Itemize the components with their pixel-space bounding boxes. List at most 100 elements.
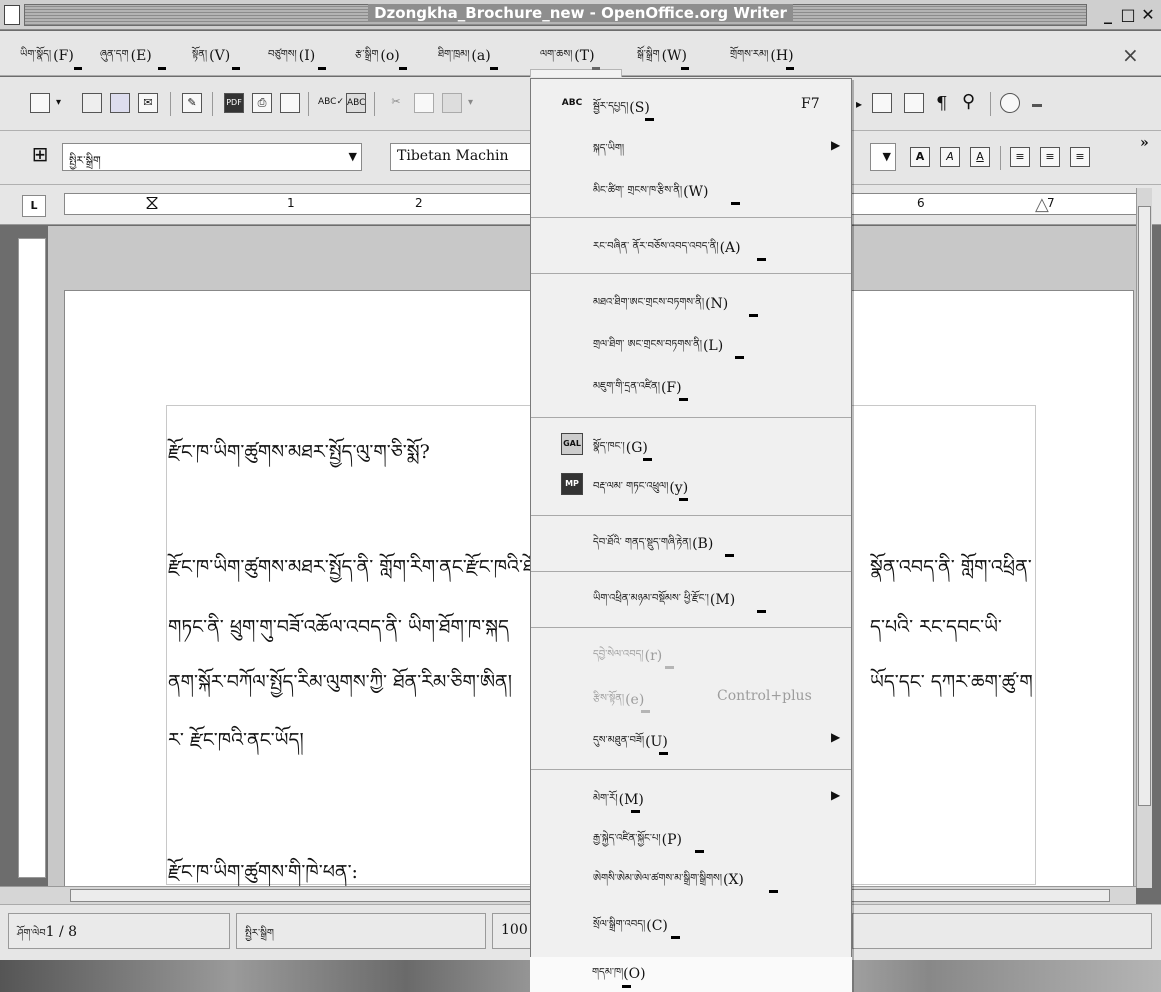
ruler-tick: 6 (917, 196, 925, 210)
vertical-ruler (18, 238, 46, 878)
align-left-icon[interactable]: ≡ (1010, 147, 1030, 167)
doc-paragraph-line[interactable]: ར་ རྫོང་ཁའི་ནང་ཡོད། (168, 718, 304, 772)
italic-icon[interactable]: A (940, 147, 960, 167)
toolbar-separator (374, 92, 375, 116)
menu-table[interactable]: ཐིག་ཁྲམ། (a) (438, 43, 498, 70)
spellcheck-icon[interactable]: ABC✓ (318, 93, 344, 113)
submenu-arrow-icon: ▶ (831, 730, 841, 744)
menu-view[interactable]: སྟོན། (V) (192, 43, 240, 70)
autospellcheck-icon[interactable]: ABC (346, 93, 366, 113)
menu-item-footnotes[interactable]: མཇུག་གི་དྲན་འཛིན།(F) (531, 371, 851, 403)
print-preview-icon[interactable] (280, 93, 300, 113)
menu-item-sort[interactable]: དབྱེ་སེལ་འབད།(r) (531, 639, 851, 671)
tab-stop-type-icon[interactable]: L (22, 195, 46, 217)
indent-marker-icon[interactable]: ⧖ (145, 192, 159, 212)
menu-bar: ཡིག་སྣོད། (F) ཞུན་དག (E) སྟོན། (V) བཙུགས། (I… (0, 31, 1161, 109)
minimize-button[interactable]: _ (1098, 4, 1118, 26)
toolbar-arrow-icon[interactable]: ▸ (856, 97, 862, 111)
new-document-icon[interactable] (30, 93, 50, 113)
doc-paragraph-line[interactable]: རྫོང་ཁ་ཡིག་ཚུགས་མཐར་སྤྱོད་ནི་ གློག་རིག་ན… (168, 545, 548, 599)
bold-icon[interactable]: A (910, 147, 930, 167)
toolbar-separator (990, 92, 991, 116)
font-name-combo[interactable]: Tibetan Machin (390, 143, 535, 171)
right-indent-marker-icon[interactable]: △ (1035, 196, 1049, 214)
menu-insert[interactable]: བཙུགས། (I) (268, 43, 326, 70)
chevron-down-icon[interactable]: ▼ (349, 150, 357, 163)
menu-item-outline-numbering[interactable]: མཐའ་ཐིག་ཨང་གྲངས་བཏགས་ནི།(N) (531, 287, 851, 319)
status-page-style[interactable]: སྤྱིར་སྒྲིག (236, 913, 486, 949)
underline-icon[interactable]: A (970, 147, 990, 167)
align-center-icon[interactable]: ≡ (1040, 147, 1060, 167)
doc-paragraph-line[interactable]: གཏང་ནི་ ཕྲུག་གུ་བཟོ་འཆོལ་འབད་ནི་ ཡིག་ཐོག… (168, 605, 509, 659)
doc-paragraph-line-right[interactable]: སྣོན་འབད་ནི་ གློག་འཕྲིན་ (870, 545, 1032, 599)
menu-item-calculate[interactable]: རྩིས་སྟོན།(e) Control+plus (531, 683, 851, 715)
menu-item-word-count[interactable]: མིང་ཚིག་ གྲངས་ཁ་རྩིས་ནི།(W) (531, 175, 851, 207)
zoom-icon[interactable]: ⚲ (962, 91, 975, 112)
new-dropdown-chevron-icon[interactable]: ▾ (56, 97, 61, 108)
menu-separator (531, 217, 851, 218)
formatting-marks-icon[interactable]: ¶ (936, 93, 947, 114)
copy-icon[interactable] (414, 93, 434, 113)
menu-item-language[interactable]: སྐད་ཡིག། ▶ (531, 133, 851, 165)
tools-dropdown-menu: ABC སྦྱོར་དཔྱད།(S) F7 སྐད་ཡིག། ▶ མིང་ཚིག… (530, 78, 852, 992)
print-icon[interactable]: ⎙ (252, 93, 272, 113)
ruler-tick: 1 (287, 196, 295, 210)
menu-window[interactable]: སྒོ་སྒྲིག (W) (637, 43, 689, 70)
menu-item-update[interactable]: དུས་མཐུན་བཟོ།(U) ▶ (531, 725, 851, 757)
navigator-icon[interactable] (904, 93, 924, 113)
export-pdf-icon[interactable]: PDF (224, 93, 244, 113)
menu-item-media-player[interactable]: MP བརྡ་ལམ་ གཏང་འཕྲུལ།(y) (531, 471, 851, 503)
menu-edit[interactable]: ཞུན་དག (E) (100, 43, 166, 70)
paste-dropdown-chevron-icon[interactable]: ▾ (468, 97, 473, 108)
menu-item-line-numbering[interactable]: གྲལ་ཐིག་ ཨང་གྲངས་བཏགས་ནི།(L) (531, 329, 851, 361)
gallery-icon[interactable] (872, 93, 892, 113)
toolbar-overflow-icon[interactable] (1032, 99, 1042, 107)
menu-item-macros[interactable]: མེག་རོ།(M) ▶ (531, 783, 851, 815)
table-insert-icon[interactable]: ⊞ (30, 144, 50, 165)
window-title: Dzongkha_Brochure_new - OpenOffice.org W… (0, 4, 1161, 22)
menu-file[interactable]: ཡིག་སྣོད། (F) (20, 43, 82, 70)
menu-format[interactable]: རྩ་སྒྲིག (o) (355, 43, 407, 70)
menu-item-extension-manager[interactable]: རྒྱ་སྐྱེད་འཛིན་སྐྱོང་པ།(P) (531, 823, 851, 855)
spellcheck-icon: ABC (561, 98, 583, 108)
scroll-thumb[interactable] (1138, 206, 1151, 806)
menu-item-xml-filter[interactable]: ཨེགསི་ཨེམ་ཨེལ་ཚགས་མ་སྒྲིག་སྒྲིགས།(X) (531, 863, 851, 895)
cut-icon[interactable]: ✂ (386, 93, 406, 113)
menu-item-gallery[interactable]: GAL སྣོད་ཁང་།(G) (531, 431, 851, 463)
close-button[interactable]: ✕ (1138, 4, 1158, 26)
doc-paragraph-line-right[interactable]: ཡོད་དང་ དཀར་ཆག་ཚུ་ག (870, 660, 1033, 714)
menu-separator (531, 769, 851, 770)
font-size-dropdown[interactable]: ▼ (870, 143, 896, 171)
document-close-icon[interactable]: × (1122, 43, 1139, 67)
menu-item-autocorrect[interactable]: རང་བཞིན་ ནོར་བཅོས་འབད་འབད་ནི།(A) (531, 231, 851, 263)
toolbar-separator (170, 92, 171, 116)
menu-item-customize[interactable]: སྲོལ་སྒྲིག་འབད།(C) (531, 909, 851, 941)
menu-separator (531, 571, 851, 572)
toolbar-separator (212, 92, 213, 116)
paste-icon[interactable] (442, 93, 462, 113)
open-folder-icon[interactable] (82, 93, 102, 113)
gallery-icon: GAL (561, 433, 583, 455)
toolbar-separator (308, 92, 309, 116)
help-icon[interactable] (1000, 93, 1020, 113)
menu-item-options[interactable]: གདམ་ཁ།(O) (530, 957, 852, 992)
menu-item-spelling[interactable]: ABC སྦྱོར་དཔྱད།(S) F7 (531, 91, 851, 123)
menu-item-bibliography[interactable]: དེབ་ཐོའི་ གནད་སྡུད་གཞི་རྟེན།(B) (531, 527, 851, 559)
align-right-icon[interactable]: ≡ (1070, 147, 1090, 167)
save-icon[interactable] (110, 93, 130, 113)
menu-item-mail-merge[interactable]: ཡིག་འཕྲིན་མཉམ་བསྡོམས་ ཕྱི་རྫོང་།(M) (531, 583, 851, 615)
status-page: ཤོག་ལེབ1 / 8 (8, 913, 230, 949)
vertical-scrollbar[interactable] (1136, 188, 1152, 888)
doc-heading[interactable]: རྫོང་ཁ་ཡིག་ཚུགས་མཐར་སྤྱོད་ལུ་ག་ཅི་སྨོ? (168, 430, 430, 484)
doc-paragraph-line[interactable]: ནག་སྐོར་བཀོལ་སྤྱོད་རིམ་ལུགས་ཀྱི་ ཐོན་རིམ… (168, 660, 512, 714)
menu-tools[interactable]: ལག་ཆས། (T) (540, 43, 600, 70)
email-icon[interactable]: ✉ (138, 93, 158, 113)
chevron-down-icon[interactable]: ▼ (883, 150, 891, 163)
toolbar-more-icon[interactable]: » (1140, 135, 1149, 151)
maximize-button[interactable]: □ (1118, 4, 1138, 26)
menu-help[interactable]: གྲོགས་རམ། (H) (730, 43, 794, 70)
paragraph-style-combo[interactable]: སྤྱིར་སྒྲིག ▼ (62, 143, 362, 171)
doc-paragraph-line-right[interactable]: ད་པའི་ རང་དབང་ཡི་ (870, 605, 1002, 659)
menu-separator (531, 273, 851, 274)
edit-mode-icon[interactable]: ✎ (182, 93, 202, 113)
